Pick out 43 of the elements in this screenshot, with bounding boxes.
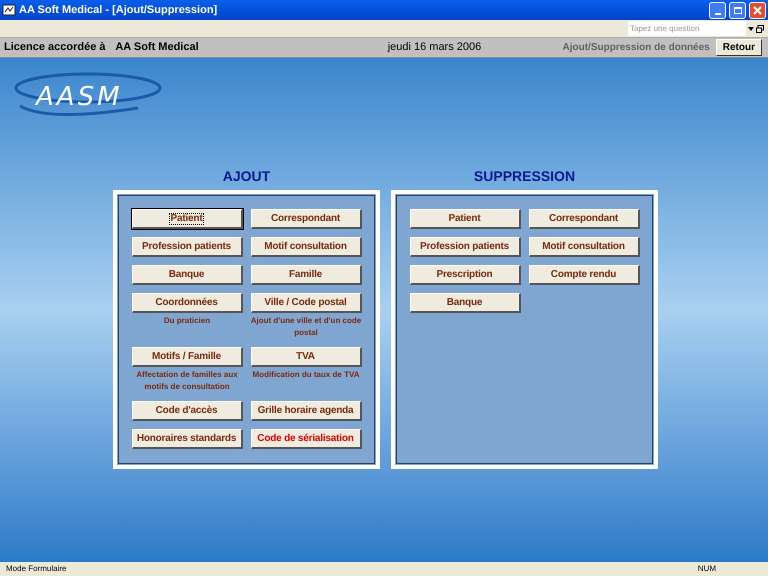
form-button[interactable]: Correspondant [250, 209, 362, 229]
minimize-button[interactable] [709, 2, 726, 18]
form-button[interactable]: Profession patients [410, 237, 520, 257]
form-button[interactable]: Famille [250, 265, 362, 285]
licence-label: Licence accordée à [4, 40, 107, 56]
form-button[interactable]: Ville / Code postal [250, 293, 362, 313]
form-button[interactable]: Grille horaire agenda [250, 401, 362, 421]
form-button[interactable]: Code de sérialisation [250, 429, 362, 449]
licence-holder: AA Soft Medical [115, 40, 200, 56]
section-title: SUPPRESSION [474, 167, 576, 186]
form-button[interactable]: Coordonnées [132, 293, 242, 313]
status-num: NUM [698, 563, 716, 575]
back-button[interactable]: Retour [716, 39, 762, 56]
form-button[interactable]: TVA [250, 347, 362, 367]
form-button[interactable]: Motif consultation [528, 237, 640, 257]
section-label: Ajout/Suppression de données [562, 41, 711, 55]
form-button[interactable]: Code d'accès [132, 401, 242, 421]
button-note: Modification du taux de TVA [252, 369, 360, 381]
form-button[interactable]: Prescription [410, 265, 520, 285]
form-button[interactable]: Profession patients [132, 237, 242, 257]
status-mode: Mode Formulaire [6, 563, 66, 575]
form-button[interactable]: Motifs / Famille [132, 347, 242, 367]
form-button[interactable]: Correspondant [528, 209, 640, 229]
form-button[interactable]: Compte rendu [528, 265, 640, 285]
close-icon [753, 6, 762, 14]
button-note: Affectation de familles aux motifs de consultation [135, 369, 239, 393]
form-button[interactable]: Patient [410, 209, 520, 229]
window-title: AA Soft Medical - [Ajout/Suppression] [19, 2, 218, 18]
help-field[interactable]: Tapez une question [628, 21, 746, 36]
form-button[interactable]: Banque [132, 265, 242, 285]
restore-button[interactable] [729, 2, 746, 18]
dropdown-icon[interactable] [748, 26, 754, 30]
button-note: Ajout d'une ville et d'un code postal [250, 315, 362, 339]
button-note: Du praticien [162, 315, 212, 327]
section-title: AJOUT [222, 167, 270, 186]
form-button[interactable]: Banque [410, 293, 520, 313]
form-button[interactable]: Patient [132, 209, 242, 229]
app-icon [2, 3, 16, 17]
date-text: jeudi 16 mars 2006 [388, 40, 482, 56]
form-button[interactable]: Motif consultation [250, 237, 362, 257]
close-button[interactable] [749, 2, 766, 18]
restore-icon[interactable] [756, 24, 764, 32]
form-button[interactable]: Honoraires standards [132, 429, 242, 449]
